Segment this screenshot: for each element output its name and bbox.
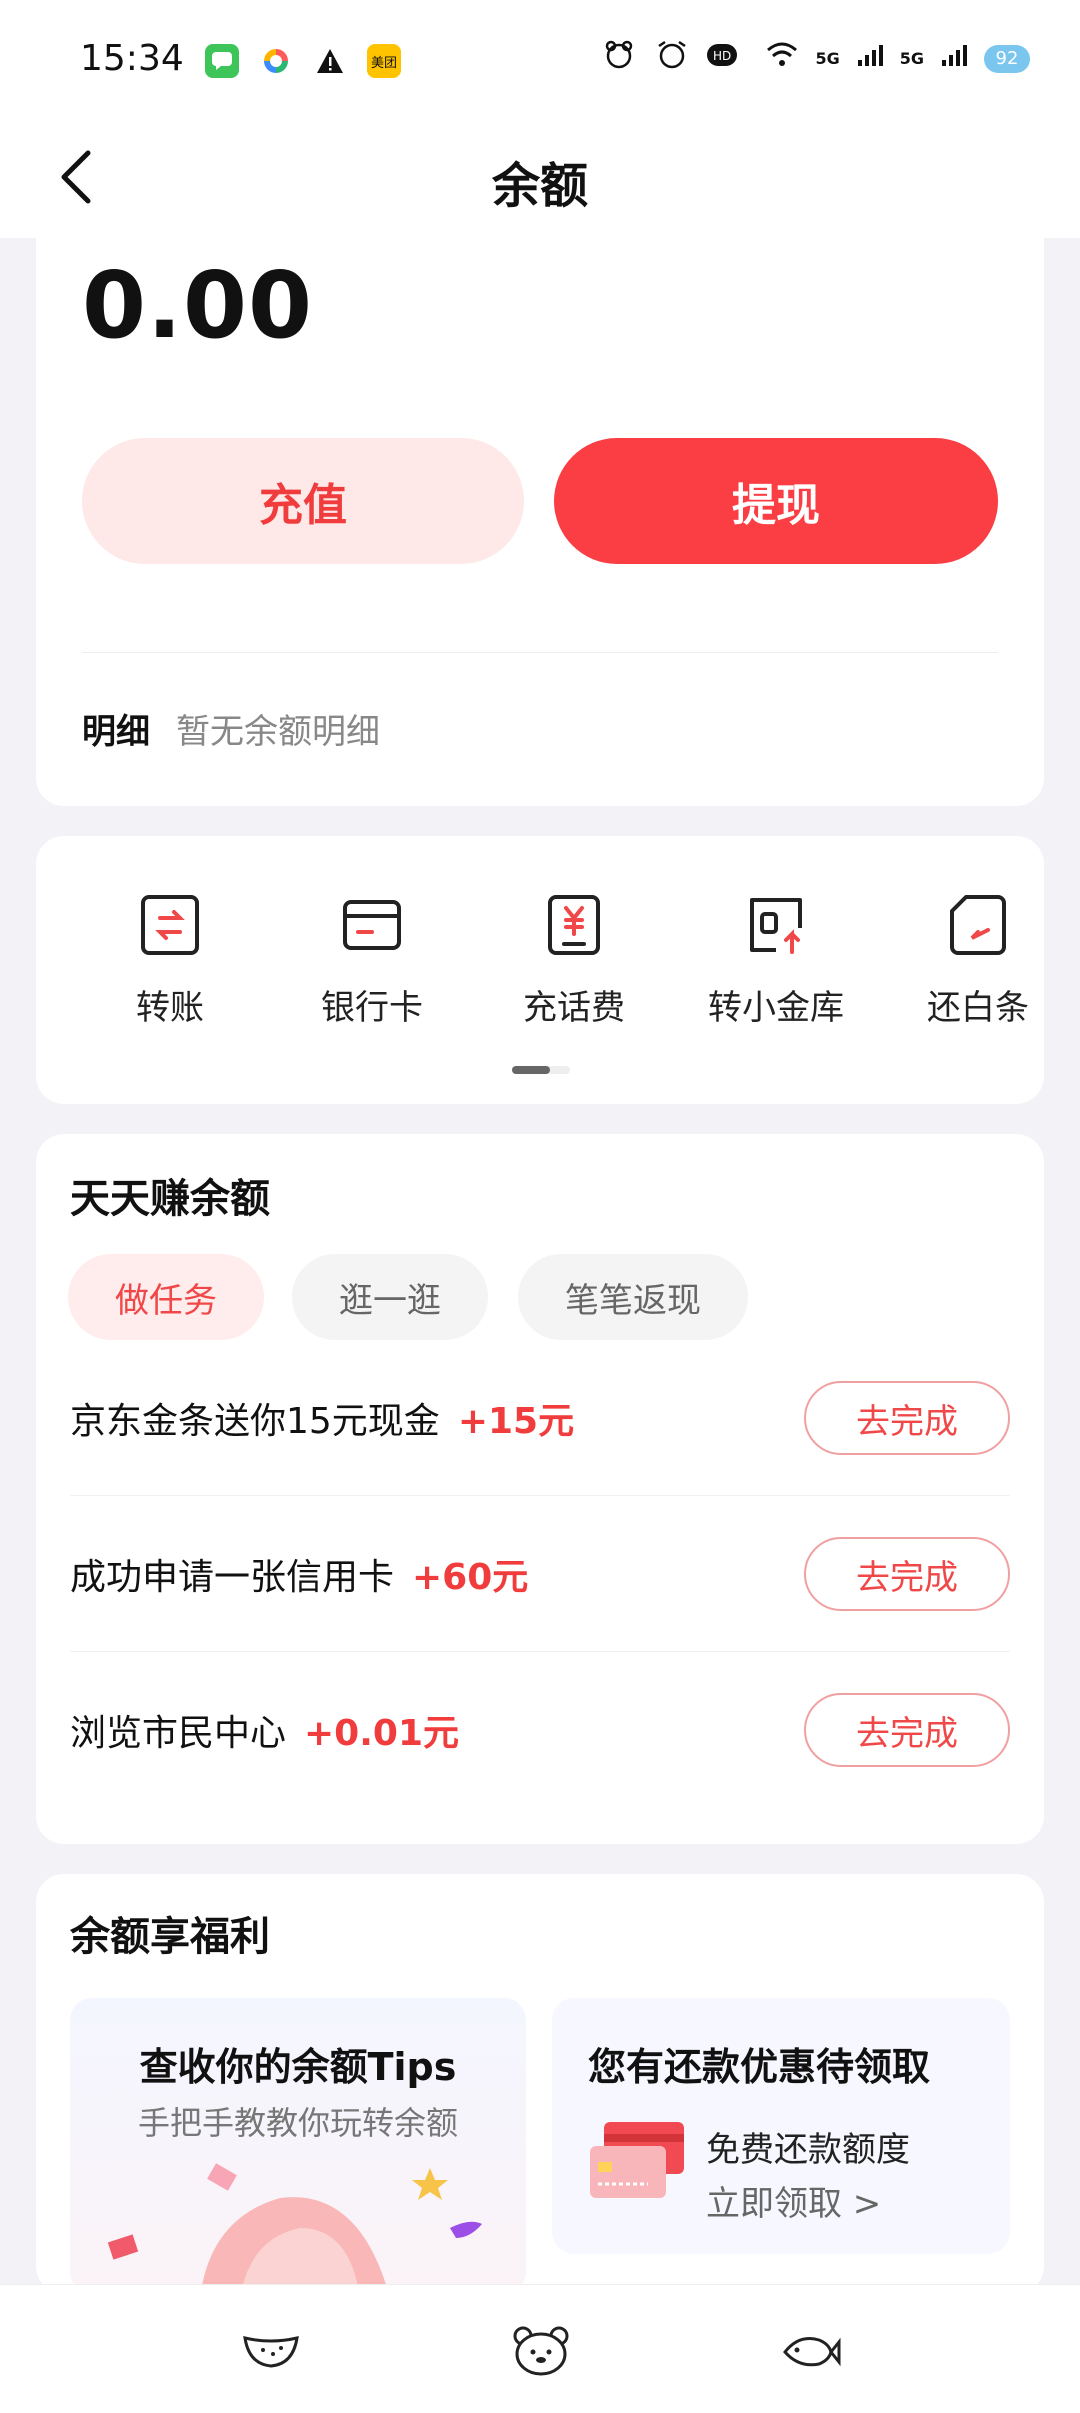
- repay-baitiao-icon: [950, 895, 1006, 955]
- bear-face-icon[interactable]: [506, 2315, 576, 2385]
- hd-call-icon: HD: [705, 40, 749, 77]
- balance-tips-card[interactable]: 查收你的余额Tips 手把手教教你玩转余额: [70, 1998, 526, 2294]
- transfer-icon: [141, 895, 199, 955]
- network-5g-label-2: 5G: [899, 49, 924, 68]
- offer-line1: 免费还款额度: [706, 2130, 910, 2170]
- pet-notification-icon: [603, 40, 639, 77]
- alarm-icon: [655, 40, 689, 77]
- colorful-app-icon: [259, 44, 293, 78]
- status-bar: 15:34 美团 HD 5G 5G 92: [0, 0, 1080, 120]
- watermelon-icon[interactable]: [236, 2315, 306, 2385]
- credit-card-icon: [590, 2122, 684, 2198]
- fish-icon[interactable]: [776, 2315, 846, 2385]
- tab-do-tasks[interactable]: 做任务: [68, 1254, 264, 1340]
- quick-action-label: 还白条: [927, 988, 1029, 1028]
- meituan-app-icon: 美团: [367, 44, 401, 78]
- task-reward: +60元: [412, 1557, 529, 1598]
- status-app-icons: 美团: [205, 44, 401, 78]
- quick-action-label: 转小金库: [708, 988, 844, 1028]
- repayment-offer-card[interactable]: 您有还款优惠待领取 免费还款额度 立即领取 >: [552, 1998, 1010, 2254]
- task-complete-button[interactable]: 去完成: [804, 1537, 1010, 1611]
- task-reward: +15元: [457, 1401, 575, 1442]
- tips-subtitle: 手把手教教你玩转余额: [137, 2104, 458, 2142]
- task-text: 京东金条送你15元现金: [70, 1401, 440, 1442]
- quick-action-label: 转账: [136, 988, 204, 1028]
- balance-amount: 0.00: [82, 252, 313, 359]
- task-row: 成功申请一张信用卡 +60元 去完成: [70, 1496, 1010, 1652]
- task-text: 成功申请一张信用卡: [70, 1557, 395, 1598]
- quick-action-transfer[interactable]: 转账: [70, 894, 270, 1029]
- gift-illustration-icon: [107, 2163, 482, 2294]
- earn-balance-card: 天天赚余额 做任务 逛一逛 笔笔返现 京东金条送你15元现金 +15元 去完成 成…: [36, 1134, 1044, 1844]
- bottom-bar: [0, 2284, 1080, 2413]
- signal-icon-2: [940, 42, 968, 75]
- task-complete-button[interactable]: 去完成: [804, 1693, 1010, 1767]
- task-row: 浏览市民中心 +0.01元 去完成: [70, 1652, 1010, 1808]
- quick-action-phone-bill[interactable]: 充话费: [474, 894, 674, 1029]
- quick-action-label: 银行卡: [321, 988, 423, 1028]
- phone-bill-icon: [548, 895, 600, 955]
- quick-actions-card: 转账 银行卡 充话费 转小金库 还白条: [36, 836, 1044, 1104]
- quick-action-repay-baitiao[interactable]: 还白条: [878, 894, 1078, 1029]
- tab-browse[interactable]: 逛一逛: [292, 1254, 488, 1340]
- bank-card-icon: [343, 900, 401, 950]
- page-title: 余额: [491, 158, 588, 214]
- task-row: 京东金条送你15元现金 +15元 去完成: [70, 1340, 1010, 1496]
- network-5g-label-1: 5G: [815, 49, 840, 68]
- battery-indicator: 92: [984, 44, 1030, 73]
- warning-icon: [313, 44, 347, 78]
- detail-empty-text: 暂无余额明细: [176, 712, 380, 752]
- claim-now-link[interactable]: 立即领取 >: [706, 2176, 881, 2225]
- earn-section-title: 天天赚余额: [70, 1176, 270, 1222]
- task-text: 浏览市民中心: [70, 1713, 287, 1754]
- signal-icon: [856, 42, 884, 75]
- divider: [82, 652, 998, 653]
- offer-title: 您有还款优惠待领取: [588, 2045, 931, 2089]
- nav-bar: 余额: [0, 120, 1080, 238]
- task-reward: +0.01元: [304, 1713, 460, 1754]
- wifi-icon: [765, 40, 799, 77]
- task-complete-button[interactable]: 去完成: [804, 1381, 1010, 1455]
- messages-app-icon: [205, 44, 239, 78]
- recharge-button[interactable]: 充值: [82, 438, 524, 564]
- quick-action-label: 充话费: [523, 988, 625, 1028]
- quick-action-vault-transfer[interactable]: 转小金库: [676, 894, 876, 1029]
- tips-title: 查收你的余额Tips: [139, 2045, 457, 2089]
- withdraw-button[interactable]: 提现: [554, 438, 998, 564]
- tab-cashback[interactable]: 笔笔返现: [518, 1254, 748, 1340]
- status-time: 15:34: [80, 38, 184, 79]
- scroll-indicator: [512, 1066, 570, 1074]
- benefits-section-title: 余额享福利: [70, 1914, 270, 1960]
- vault-transfer-icon: [750, 898, 802, 954]
- svg-text:HD: HD: [713, 49, 731, 63]
- quick-action-bank-card[interactable]: 银行卡: [272, 894, 472, 1029]
- detail-label[interactable]: 明细: [82, 704, 150, 753]
- benefits-card: 余额享福利 查收你的余额Tips 手把手教教你玩转余额 您有还款优惠待领取 免费…: [36, 1874, 1044, 2294]
- balance-card: 0.00 充值 提现 明细 暂无余额明细: [36, 238, 1044, 806]
- status-system-icons: HD 5G 5G 92: [603, 40, 1030, 77]
